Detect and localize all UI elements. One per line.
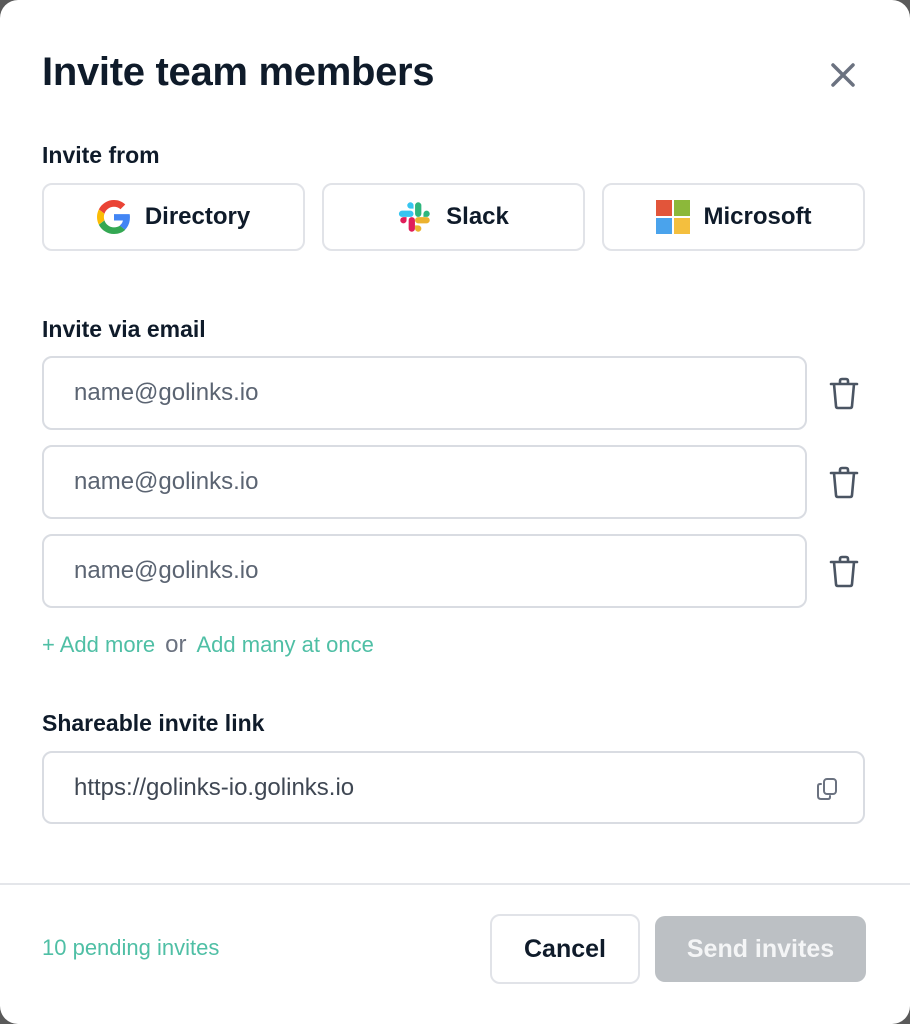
trash-icon[interactable] <box>828 465 860 499</box>
email-input[interactable] <box>42 534 807 608</box>
add-more-link[interactable]: + Add more <box>42 632 155 658</box>
invite-modal: Invite team members Invite from Director… <box>0 0 910 1024</box>
email-row <box>42 356 872 430</box>
email-input[interactable] <box>42 445 807 519</box>
invite-email-label: Invite via email <box>42 316 206 342</box>
microsoft-button[interactable]: Microsoft <box>602 183 865 251</box>
copy-icon[interactable] <box>815 777 839 801</box>
add-row: + Add more or Add many at once <box>42 631 374 659</box>
footer-divider <box>0 883 910 885</box>
shareable-link-label: Shareable invite link <box>42 710 265 736</box>
trash-icon[interactable] <box>828 554 860 588</box>
slack-button[interactable]: Slack <box>322 183 585 251</box>
add-many-link[interactable]: Add many at once <box>196 632 373 658</box>
email-row <box>42 534 872 608</box>
send-invites-button[interactable]: Send invites <box>655 916 866 982</box>
shareable-link-field[interactable]: https://golinks-io.golinks.io <box>42 751 865 824</box>
cancel-button[interactable]: Cancel <box>490 914 640 984</box>
or-text: or <box>165 631 187 658</box>
slack-icon <box>399 202 430 232</box>
email-input[interactable] <box>42 356 807 430</box>
directory-button[interactable]: Directory <box>42 183 305 251</box>
invite-from-label: Invite from <box>42 142 160 168</box>
google-icon <box>96 200 130 234</box>
trash-icon[interactable] <box>828 376 860 410</box>
email-row <box>42 445 872 519</box>
close-icon <box>831 63 855 87</box>
directory-label: Directory <box>144 203 251 230</box>
close-button[interactable] <box>826 58 860 92</box>
microsoft-label: Microsoft <box>703 203 812 230</box>
shareable-link-url: https://golinks-io.golinks.io <box>74 773 355 801</box>
microsoft-icon <box>655 200 690 234</box>
pending-invites-link[interactable]: 10 pending invites <box>42 935 219 961</box>
slack-label: Slack <box>446 203 509 230</box>
modal-title: Invite team members <box>42 50 435 94</box>
